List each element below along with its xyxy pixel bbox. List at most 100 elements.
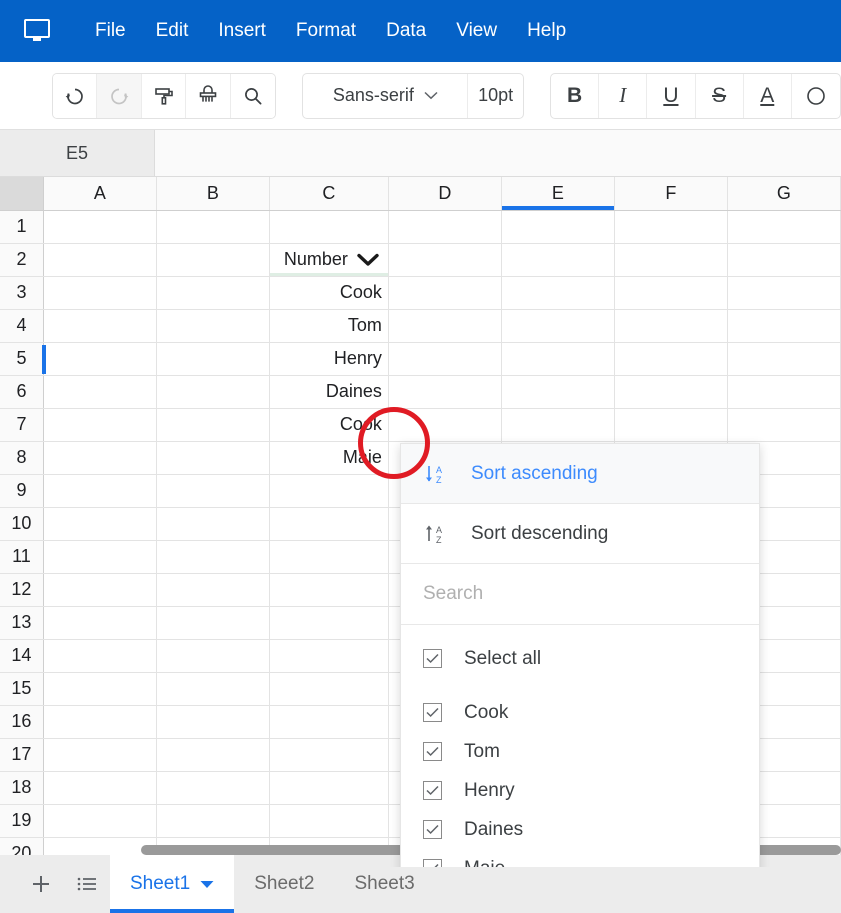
row-header-14[interactable]: 14 (0, 639, 44, 673)
row-header-7[interactable]: 7 (0, 408, 44, 442)
cell-c4[interactable]: Tom (269, 309, 389, 343)
cell-g5[interactable] (727, 342, 841, 376)
search-button[interactable] (230, 73, 276, 118)
cell-a1[interactable] (43, 210, 157, 244)
redo-button[interactable] (97, 73, 142, 118)
select-all-corner[interactable] (0, 177, 44, 211)
row-header-3[interactable]: 3 (0, 276, 44, 310)
cell-a4[interactable] (43, 309, 157, 343)
menu-item-format[interactable]: Format (281, 14, 371, 48)
cell-c10[interactable] (269, 507, 389, 541)
row-header-1[interactable]: 1 (0, 210, 44, 244)
strikethrough-button[interactable]: S (696, 73, 744, 118)
cell-f6[interactable] (614, 375, 728, 409)
cell-d2[interactable] (388, 243, 502, 277)
cell-a19[interactable] (43, 804, 157, 838)
cell-a3[interactable] (43, 276, 157, 310)
checkbox-checked-icon[interactable] (423, 820, 442, 839)
cell-c14[interactable] (269, 639, 389, 673)
cell-e6[interactable] (501, 375, 615, 409)
cell-d5[interactable] (388, 342, 502, 376)
cell-d7[interactable] (388, 408, 502, 442)
cell-a15[interactable] (43, 672, 157, 706)
cell-b18[interactable] (156, 771, 270, 805)
cell-b8[interactable] (156, 441, 270, 475)
cell-f3[interactable] (614, 276, 728, 310)
cell-e1[interactable] (501, 210, 615, 244)
menu-item-edit[interactable]: Edit (141, 14, 204, 48)
sort-descending-item[interactable]: A Z Sort descending (401, 504, 759, 563)
cell-b15[interactable] (156, 672, 270, 706)
column-header-d[interactable]: D (388, 177, 502, 211)
row-header-2[interactable]: 2 (0, 243, 44, 277)
row-header-4[interactable]: 4 (0, 309, 44, 343)
cell-c6[interactable]: Daines (269, 375, 389, 409)
cell-b9[interactable] (156, 474, 270, 508)
cell-g4[interactable] (727, 309, 841, 343)
cell-c15[interactable] (269, 672, 389, 706)
cell-e3[interactable] (501, 276, 615, 310)
checkbox-checked-icon[interactable] (423, 742, 442, 761)
menu-item-file[interactable]: File (80, 14, 141, 48)
text-color-button[interactable]: A (744, 73, 792, 118)
font-size-selector[interactable]: 10pt (468, 74, 523, 118)
cell-g6[interactable] (727, 375, 841, 409)
cell-c16[interactable] (269, 705, 389, 739)
checkbox-checked-icon[interactable] (423, 781, 442, 800)
checkbox-checked-icon[interactable] (423, 703, 442, 722)
filter-search-input[interactable] (423, 583, 726, 605)
menu-item-insert[interactable]: Insert (203, 14, 281, 48)
cell-a13[interactable] (43, 606, 157, 640)
cell-a11[interactable] (43, 540, 157, 574)
row-header-5[interactable]: 5 (0, 342, 46, 376)
add-sheet-button[interactable] (18, 861, 64, 907)
sheet-list-button[interactable] (64, 861, 110, 907)
cell-b14[interactable] (156, 639, 270, 673)
row-header-13[interactable]: 13 (0, 606, 44, 640)
cell-e4[interactable] (501, 309, 615, 343)
cell-b19[interactable] (156, 804, 270, 838)
cell-e2[interactable] (501, 243, 615, 277)
row-header-9[interactable]: 9 (0, 474, 44, 508)
bold-button[interactable]: B (551, 73, 600, 118)
cell-c13[interactable] (269, 606, 389, 640)
cell-c19[interactable] (269, 804, 389, 838)
cell-c8[interactable]: Maie (269, 441, 389, 475)
cell-b4[interactable] (156, 309, 270, 343)
filter-value-item-3[interactable]: Daines (401, 810, 759, 849)
cell-a17[interactable] (43, 738, 157, 772)
column-header-e[interactable]: E (501, 177, 615, 211)
cell-a9[interactable] (43, 474, 157, 508)
cell-c2[interactable]: Number (269, 243, 389, 277)
column-header-g[interactable]: G (727, 177, 841, 211)
cell-c1[interactable] (269, 210, 389, 244)
filter-value-item-4[interactable]: Maie (401, 849, 759, 867)
sheet-tab-sheet1[interactable]: Sheet1 (110, 855, 235, 913)
cell-d1[interactable] (388, 210, 502, 244)
sheet-tab-sheet2[interactable]: Sheet2 (234, 855, 334, 913)
cell-a7[interactable] (43, 408, 157, 442)
cell-b3[interactable] (156, 276, 270, 310)
cell-e7[interactable] (501, 408, 615, 442)
sort-ascending-item[interactable]: A Z Sort ascending (401, 444, 759, 503)
cell-c3[interactable]: Cook (269, 276, 389, 310)
chevron-down-icon[interactable] (200, 880, 214, 889)
filter-value-item-1[interactable]: Tom (401, 732, 759, 771)
cell-b1[interactable] (156, 210, 270, 244)
cell-c5[interactable]: Henry (269, 342, 389, 376)
paint-roller-button[interactable] (141, 73, 187, 118)
row-header-8[interactable]: 8 (0, 441, 44, 475)
fill-color-button[interactable] (792, 74, 840, 118)
cell-g2[interactable] (727, 243, 841, 277)
cell-e5[interactable] (501, 342, 615, 376)
row-header-16[interactable]: 16 (0, 705, 44, 739)
menu-item-help[interactable]: Help (512, 14, 581, 48)
row-header-10[interactable]: 10 (0, 507, 44, 541)
row-header-6[interactable]: 6 (0, 375, 44, 409)
cell-g7[interactable] (727, 408, 841, 442)
cell-b6[interactable] (156, 375, 270, 409)
cell-a2[interactable] (43, 243, 157, 277)
name-box[interactable]: E5 (0, 130, 155, 176)
row-header-12[interactable]: 12 (0, 573, 44, 607)
row-header-11[interactable]: 11 (0, 540, 44, 574)
